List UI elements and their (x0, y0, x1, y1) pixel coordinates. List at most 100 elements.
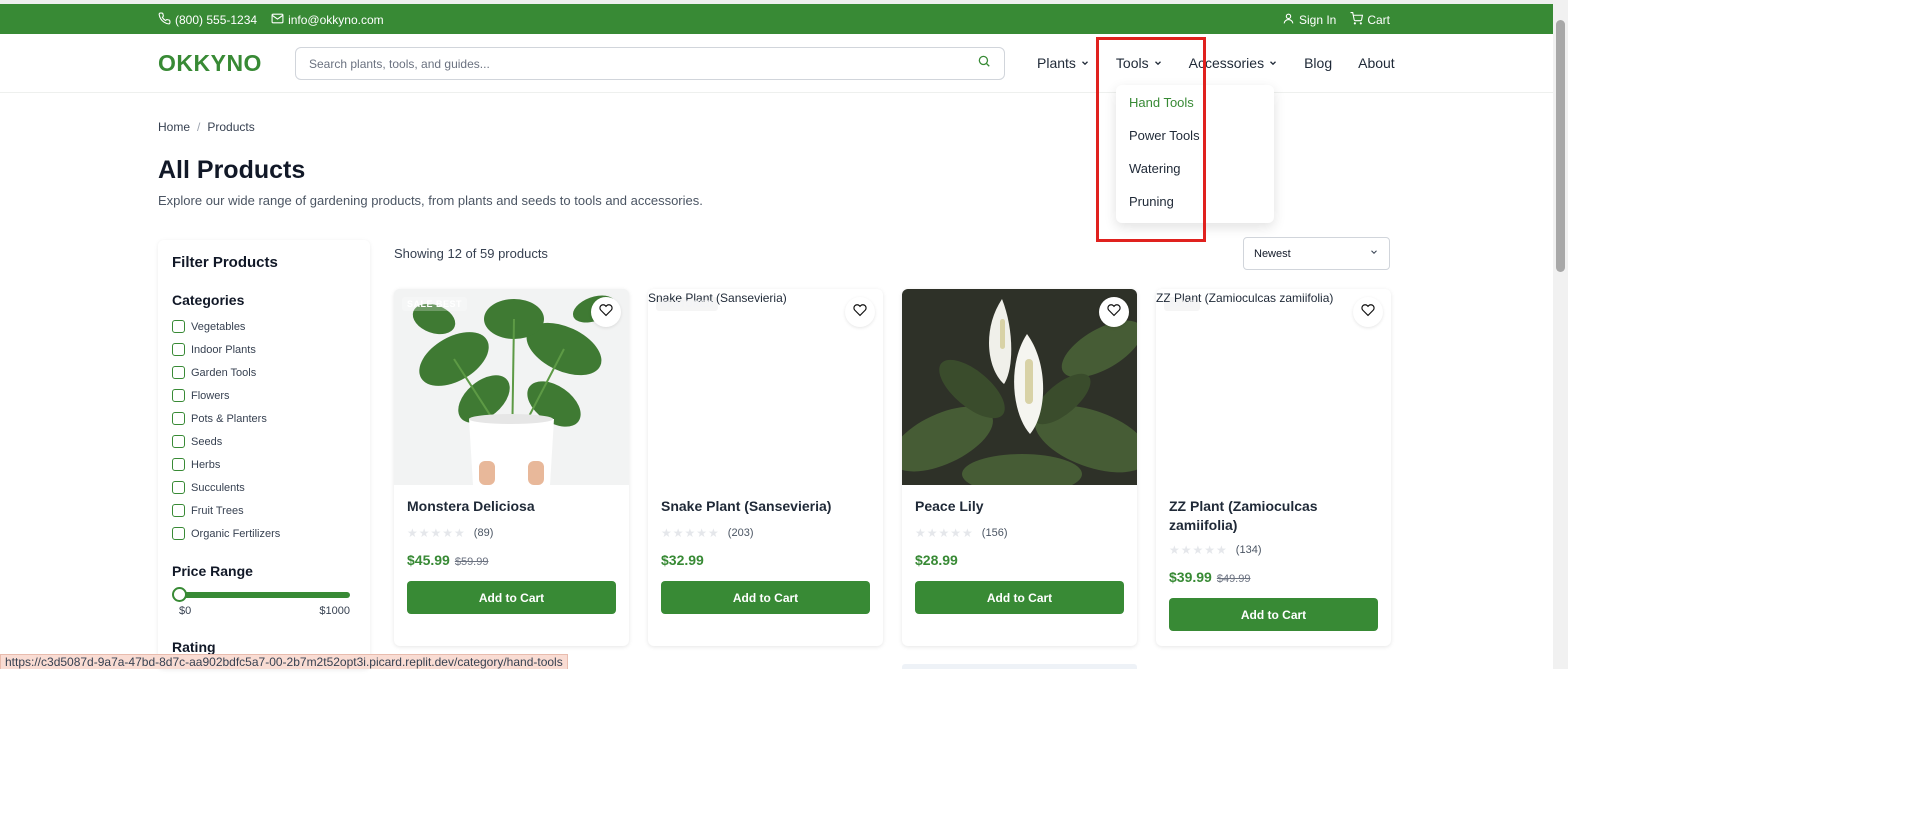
checkbox[interactable] (172, 435, 185, 448)
nav-about[interactable]: About (1358, 55, 1395, 71)
star-rating-icons: ★★★★★ (407, 526, 466, 540)
scrollbar-thumb[interactable] (1556, 20, 1565, 272)
nav-blog-label: Blog (1304, 55, 1333, 71)
tools-dropdown-menu: Hand Tools Power Tools Watering Pruning (1116, 85, 1274, 223)
cart-link[interactable]: Cart (1350, 12, 1390, 28)
product-name[interactable]: Peace Lily (915, 497, 1124, 516)
current-price: $28.99 (915, 552, 958, 568)
category-herbs[interactable]: Herbs (172, 453, 356, 476)
category-pots-planters[interactable]: Pots & Planters (172, 407, 356, 430)
checkbox[interactable] (172, 412, 185, 425)
review-count: (156) (981, 527, 1008, 539)
review-count: (134) (1235, 544, 1262, 556)
price-range-slider[interactable] (172, 587, 350, 602)
page-scrollbar[interactable] (1553, 0, 1568, 669)
checkbox[interactable] (172, 320, 185, 333)
current-price: $45.99 (407, 552, 450, 568)
mail-icon (271, 12, 284, 28)
email-contact[interactable]: info@okkyno.com (271, 12, 384, 28)
wishlist-button[interactable] (845, 297, 875, 327)
price-max-label: $1000 (319, 605, 350, 617)
menu-item-hand-tools[interactable]: Hand Tools (1116, 93, 1274, 126)
site-logo[interactable]: OKKYNO (158, 50, 262, 77)
search-bar (295, 47, 1005, 80)
product-rating: ★★★★★ (156) (915, 526, 1124, 540)
wishlist-button[interactable] (1099, 297, 1129, 327)
category-flowers[interactable]: Flowers (172, 384, 356, 407)
product-card[interactable]: Snake Plant (Sansevieria) FEATURED Snake… (648, 289, 883, 646)
nav-plants-label: Plants (1037, 55, 1076, 71)
phone-contact[interactable]: (800) 555-1234 (158, 12, 257, 28)
category-organic-fertilizers[interactable]: Organic Fertilizers (172, 522, 356, 545)
product-image-monstera[interactable]: SALE BEST (394, 289, 629, 485)
category-indoor-plants[interactable]: Indoor Plants (172, 338, 356, 361)
filter-sidebar: Filter Products Categories Vegetables In… (158, 240, 370, 669)
rating-heading: Rating (172, 639, 216, 655)
original-price: $49.99 (1216, 573, 1251, 585)
current-price: $39.99 (1169, 569, 1212, 585)
product-card[interactable]: Peace Lily ★★★★★ (156) $28.99 Add to Cart (902, 289, 1137, 646)
category-seeds[interactable]: Seeds (172, 430, 356, 453)
nav-tools[interactable]: Tools (1116, 55, 1163, 71)
review-count: (89) (473, 527, 494, 539)
nav-plants[interactable]: Plants (1037, 55, 1090, 71)
product-badge: SALE BEST (402, 297, 468, 311)
category-label: Vegetables (191, 320, 246, 333)
category-garden-tools[interactable]: Garden Tools (172, 361, 356, 384)
star-rating-icons: ★★★★★ (1169, 543, 1228, 557)
product-badge: SALE (1164, 297, 1201, 311)
breadcrumb-home[interactable]: Home (158, 120, 190, 134)
nav-tools-label: Tools (1115, 55, 1149, 71)
checkbox[interactable] (172, 458, 185, 471)
phone-icon (158, 12, 171, 28)
category-label: Garden Tools (191, 366, 257, 379)
checkbox[interactable] (172, 366, 185, 379)
sort-select[interactable]: Newest (1243, 237, 1390, 270)
wishlist-button[interactable] (1353, 297, 1383, 327)
site-header: OKKYNO Plants Tools Accessories Blog Abo… (0, 34, 1553, 93)
add-to-cart-button[interactable]: Add to Cart (407, 581, 616, 614)
link-status-url: https://c3d5087d-9a7a-47bd-8d7c-aa902bdf… (0, 654, 568, 669)
category-label: Succulents (191, 481, 245, 494)
checkbox[interactable] (172, 504, 185, 517)
product-name[interactable]: Monstera Deliciosa (407, 497, 616, 516)
add-to-cart-button[interactable]: Add to Cart (661, 581, 870, 614)
email-text: info@okkyno.com (288, 13, 384, 27)
user-icon (1282, 12, 1295, 28)
checkbox[interactable] (172, 481, 185, 494)
wishlist-button[interactable] (591, 297, 621, 327)
category-succulents[interactable]: Succulents (172, 476, 356, 499)
category-label: Seeds (191, 435, 223, 448)
product-price: $32.99 (661, 552, 870, 568)
product-badge: FEATURED (656, 297, 719, 311)
category-vegetables[interactable]: Vegetables (172, 315, 356, 338)
checkbox[interactable] (172, 527, 185, 540)
checkbox[interactable] (172, 389, 185, 402)
categories-heading: Categories (172, 292, 245, 308)
menu-item-power-tools[interactable]: Power Tools (1116, 126, 1274, 159)
search-icon[interactable] (977, 54, 991, 73)
product-image-zz-plant[interactable]: ZZ Plant (Zamioculcas zamiifolia) SALE (1156, 289, 1391, 485)
product-card[interactable]: ZZ Plant (Zamioculcas zamiifolia) SALE Z… (1156, 289, 1391, 646)
price-slider-handle[interactable] (172, 587, 187, 602)
product-image-snake-plant[interactable]: Snake Plant (Sansevieria) FEATURED (648, 289, 883, 485)
add-to-cart-button[interactable]: Add to Cart (1169, 598, 1378, 631)
add-to-cart-button[interactable]: Add to Cart (915, 581, 1124, 614)
menu-item-pruning[interactable]: Pruning (1116, 192, 1274, 225)
search-input[interactable] (309, 56, 977, 71)
category-label: Organic Fertilizers (191, 527, 281, 540)
nav-accessories[interactable]: Accessories (1189, 55, 1278, 71)
heart-icon (853, 303, 867, 322)
sign-in-link[interactable]: Sign In (1282, 12, 1336, 28)
checkbox[interactable] (172, 343, 185, 356)
cart-label: Cart (1367, 13, 1390, 27)
product-name[interactable]: Snake Plant (Sansevieria) (661, 497, 870, 516)
category-fruit-trees[interactable]: Fruit Trees (172, 499, 356, 522)
product-card[interactable]: SALE BEST Monstera Deliciosa ★★★★★ (89) $… (394, 289, 629, 646)
nav-blog[interactable]: Blog (1304, 55, 1332, 71)
product-image-peace-lily[interactable] (902, 289, 1137, 485)
heart-icon (599, 303, 613, 322)
menu-item-watering[interactable]: Watering (1116, 159, 1274, 192)
product-name[interactable]: ZZ Plant (Zamioculcas zamiifolia) (1169, 497, 1378, 535)
page-title: All Products (158, 156, 306, 184)
